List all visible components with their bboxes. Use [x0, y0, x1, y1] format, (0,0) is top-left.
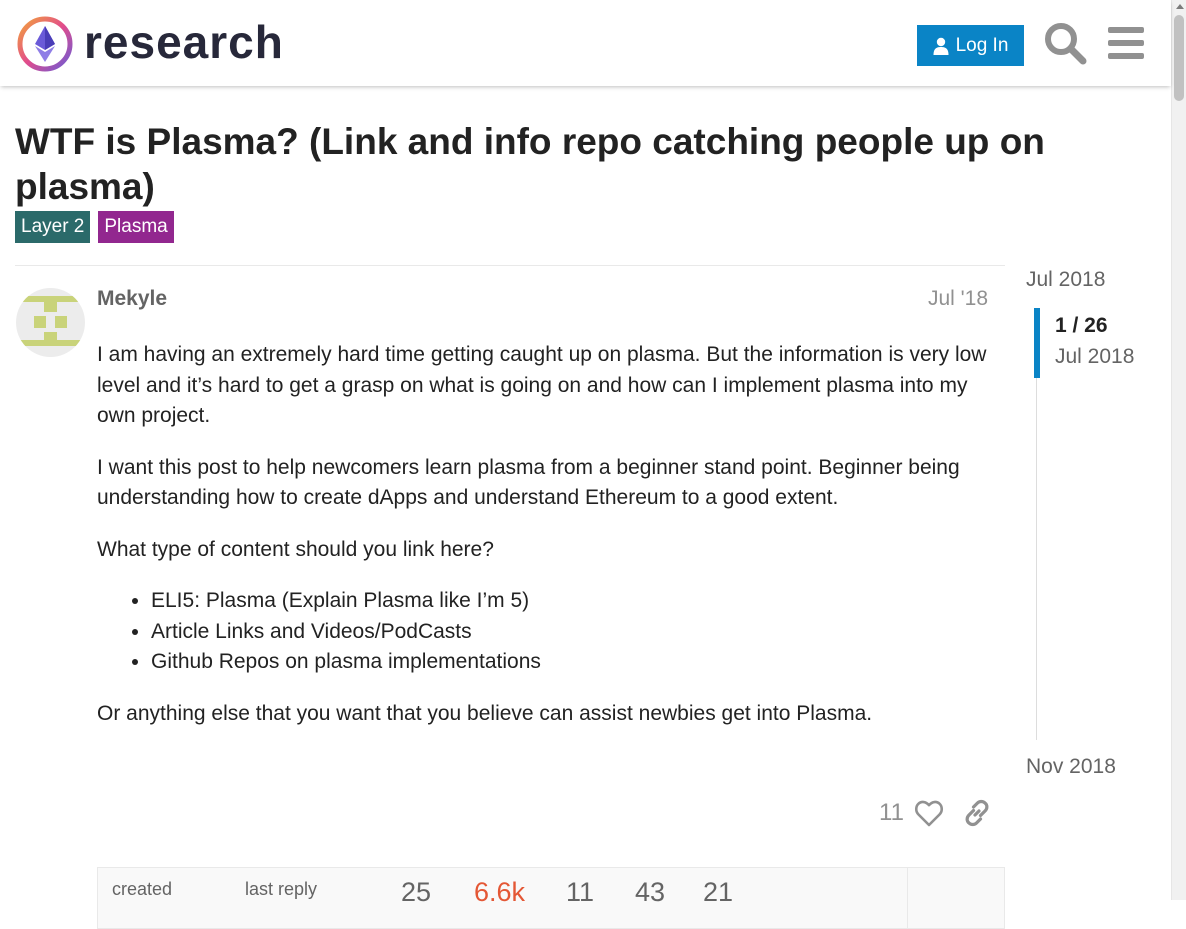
login-button-label: Log In — [955, 34, 1009, 56]
copy-link-icon[interactable] — [962, 798, 992, 828]
post-date[interactable]: Jul '18 — [928, 284, 988, 314]
ethresearch-logo-icon[interactable] — [16, 15, 74, 73]
vertical-scrollbar[interactable] — [1171, 0, 1186, 900]
search-icon[interactable] — [1042, 20, 1088, 66]
post-paragraph: I am having an extremely hard time getti… — [97, 343, 987, 427]
list-item: Article Links and Videos/PodCasts — [151, 617, 997, 648]
site-header: research Log In — [0, 0, 1171, 86]
like-count[interactable]: 11 — [879, 798, 904, 828]
timeline-start-date[interactable]: Jul 2018 — [1026, 265, 1105, 295]
hamburger-menu-icon[interactable] — [1106, 22, 1146, 64]
created-label: created — [112, 879, 173, 899]
topic-title[interactable]: WTF is Plasma? (Link and info repo catch… — [15, 119, 1045, 209]
last-reply-label: last reply — [245, 879, 318, 899]
topic-tags: Layer 2 Plasma — [15, 211, 174, 243]
users-count: 11 — [566, 877, 595, 907]
topic-map-separator — [907, 868, 908, 928]
timeline-end-date[interactable]: Nov 2018 — [1026, 752, 1116, 782]
avatar[interactable] — [16, 288, 85, 357]
login-button[interactable]: Log In — [917, 25, 1024, 66]
list-item: Github Repos on plasma implementations — [151, 647, 997, 678]
timeline-handle[interactable] — [1034, 308, 1040, 378]
timeline-position: 1 / 26 — [1055, 314, 1108, 337]
scroll-up-arrow-icon[interactable] — [1176, 4, 1184, 9]
tag-plasma[interactable]: Plasma — [98, 211, 174, 243]
post-paragraph: What type of content should you link her… — [97, 537, 494, 561]
post-paragraph: Or anything else that you want that you … — [97, 701, 873, 725]
site-logo-text[interactable]: research — [84, 14, 284, 70]
list-item: ELI5: Plasma (Explain Plasma like I’m 5) — [151, 586, 997, 617]
likes-count: 43 — [635, 877, 666, 907]
user-icon — [933, 37, 949, 55]
replies-count: 25 — [401, 877, 432, 907]
post-author-username[interactable]: Mekyle — [97, 284, 167, 314]
post-body: I am having an extremely hard time getti… — [97, 340, 997, 750]
heart-icon[interactable] — [914, 798, 944, 828]
topic-map[interactable]: created last reply 25 6.6k 11 43 21 — [97, 867, 1005, 929]
topic-divider — [15, 265, 1005, 266]
links-count: 21 — [703, 877, 734, 907]
post-paragraph: I want this post to help newcomers learn… — [97, 455, 960, 510]
tag-layer-2[interactable]: Layer 2 — [15, 211, 91, 243]
post-list: ELI5: Plasma (Explain Plasma like I’m 5)… — [97, 586, 997, 678]
timeline-current-date: Jul 2018 — [1055, 345, 1135, 368]
scrollbar-thumb[interactable] — [1174, 15, 1184, 101]
views-count: 6.6k — [474, 877, 526, 907]
